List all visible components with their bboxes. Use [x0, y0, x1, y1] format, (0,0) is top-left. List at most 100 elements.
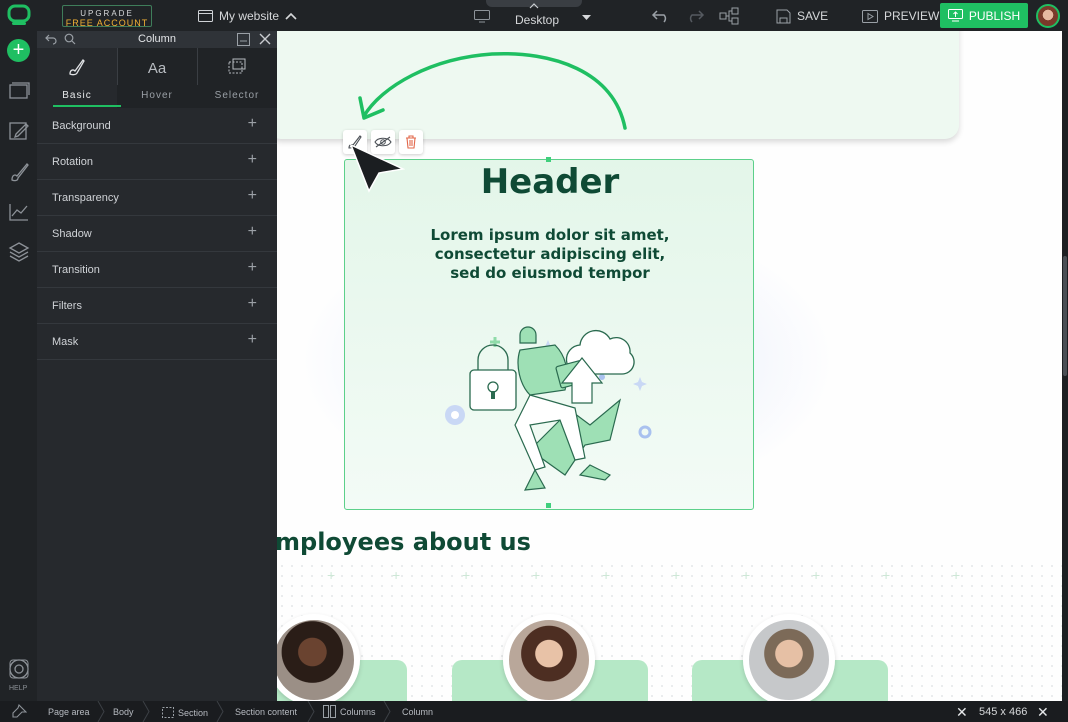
- breadcrumb-label: Section: [178, 707, 209, 718]
- breadcrumb-label: Body: [113, 707, 134, 717]
- breadcrumb-body[interactable]: Body: [113, 707, 134, 717]
- property-label: Transition: [52, 264, 100, 276]
- property-row-rotation[interactable]: Rotation +: [37, 144, 277, 180]
- testimonials-heading[interactable]: mployees about us: [277, 528, 531, 556]
- property-row-shadow[interactable]: Shadow +: [37, 216, 277, 252]
- selector-icon: [197, 58, 277, 79]
- canvas-scrollbar[interactable]: [1062, 31, 1068, 701]
- chevron-right-icon: [216, 701, 224, 722]
- property-label: Transparency: [52, 192, 119, 204]
- decorative-plus-icon: +: [602, 567, 611, 583]
- plus-icon: +: [247, 115, 257, 132]
- breadcrumb-page-area[interactable]: Page area: [48, 707, 90, 717]
- left-tool-rail: + HELP: [0, 31, 37, 701]
- resize-handle-bottom[interactable]: [546, 503, 551, 508]
- pages-icon[interactable]: [8, 80, 30, 102]
- plus-icon: +: [247, 259, 257, 276]
- column-paragraph[interactable]: Lorem ipsum dolor sit amet, consectetur …: [425, 226, 675, 283]
- close-icon[interactable]: ✕: [1037, 704, 1049, 721]
- plus-icon: +: [247, 223, 257, 240]
- section-dashed-icon: [162, 707, 174, 718]
- analytics-icon[interactable]: [8, 201, 30, 223]
- property-label: Mask: [52, 336, 79, 348]
- property-label: Filters: [52, 300, 82, 312]
- redo-icon: [689, 10, 705, 23]
- tab-hover[interactable]: Aa Hover: [117, 48, 197, 108]
- plus-icon: +: [247, 151, 257, 168]
- breadcrumb-columns[interactable]: Columns: [323, 705, 376, 718]
- decorative-plus-icon: +: [392, 567, 401, 583]
- property-row-filters[interactable]: Filters +: [37, 288, 277, 324]
- properties-panel: Column Basic Aa Hover Selector Backgroun…: [37, 31, 277, 701]
- breadcrumb-section[interactable]: Section: [162, 707, 208, 718]
- breadcrumb-label: Column: [402, 707, 434, 717]
- device-selector[interactable]: Desktop: [472, 0, 594, 28]
- decorative-plus-icon: +: [812, 567, 821, 583]
- breadcrumb-section-content[interactable]: Section content: [235, 707, 297, 717]
- save-button[interactable]: SAVE: [776, 7, 828, 25]
- tab-selector-label: Selector: [214, 90, 260, 101]
- curved-arrow-illustration: [358, 51, 627, 130]
- site-name: My website: [219, 9, 280, 23]
- text-style-icon: Aa: [147, 60, 167, 77]
- preview-button[interactable]: PREVIEW: [862, 7, 939, 25]
- panel-tabs: Basic Aa Hover Selector: [37, 48, 277, 108]
- chevron-right-icon: [142, 701, 150, 722]
- minimize-icon[interactable]: [237, 33, 250, 46]
- browser-window-icon: [198, 10, 213, 22]
- play-icon: [862, 9, 878, 23]
- site-selector[interactable]: My website: [198, 8, 297, 24]
- property-list: Background + Rotation + Transparency + Shad…: [37, 108, 277, 360]
- upgrade-button[interactable]: UPGRADE FREE ACCOUNT: [62, 5, 152, 28]
- testimonial-photo[interactable]: [743, 614, 835, 701]
- free-account-label: FREE ACCOUNT: [65, 18, 149, 28]
- undo-button[interactable]: [651, 7, 671, 25]
- breadcrumb-label: Section content: [235, 707, 298, 717]
- property-row-background[interactable]: Background +: [37, 108, 277, 144]
- plus-icon: +: [247, 187, 257, 204]
- chevron-right-icon: [383, 701, 391, 722]
- user-avatar[interactable]: [1036, 4, 1060, 28]
- scrollbar-thumb[interactable]: [1063, 256, 1067, 376]
- add-element-button[interactable]: +: [7, 39, 30, 62]
- caret-down-icon: [582, 15, 591, 20]
- redo-button[interactable]: [685, 7, 705, 25]
- editor-canvas[interactable]: Header Lorem ipsum dolor sit amet, conse…: [277, 31, 1062, 701]
- help-lifebuoy-icon[interactable]: [8, 658, 30, 680]
- decorative-plus-icon: +: [327, 567, 336, 583]
- active-tab-underline: [53, 105, 121, 107]
- tab-selector[interactable]: Selector: [197, 48, 277, 108]
- sitemap-icon: [719, 7, 739, 25]
- sitemap-button[interactable]: [719, 7, 739, 25]
- selected-column[interactable]: Header Lorem ipsum dolor sit amet, conse…: [344, 157, 755, 510]
- property-label: Rotation: [52, 156, 93, 168]
- columns-icon: [323, 705, 336, 718]
- property-row-mask[interactable]: Mask +: [37, 324, 277, 360]
- brush-icon: [37, 58, 117, 81]
- undo-icon: [651, 10, 667, 23]
- edit-icon[interactable]: [8, 120, 30, 142]
- device-label: Desktop: [515, 13, 560, 27]
- chevron-right-icon: [97, 701, 105, 722]
- column-heading[interactable]: Header: [345, 162, 755, 202]
- breadcrumb-label: Columns: [340, 706, 376, 717]
- publish-label: PUBLISH: [968, 8, 1021, 23]
- property-row-transition[interactable]: Transition +: [37, 252, 277, 288]
- close-icon[interactable]: [259, 33, 271, 45]
- decorative-plus-icon: +: [462, 567, 471, 583]
- help-label: HELP: [9, 685, 28, 692]
- testimonial-photo[interactable]: [503, 614, 595, 701]
- property-row-transparency[interactable]: Transparency +: [37, 180, 277, 216]
- layers-icon[interactable]: [8, 241, 30, 263]
- element-dimensions: 545 x 466: [979, 706, 1028, 718]
- monitor-icon: [474, 10, 490, 23]
- tab-basic[interactable]: Basic: [37, 48, 121, 108]
- pin-icon[interactable]: [11, 704, 27, 719]
- device-tab-handle[interactable]: [486, 0, 582, 9]
- decorative-plus-icon: +: [952, 567, 961, 583]
- app-logo-icon[interactable]: [7, 4, 31, 26]
- close-icon[interactable]: ✕: [956, 704, 968, 721]
- publish-button[interactable]: PUBLISH: [940, 3, 1028, 28]
- design-brush-icon[interactable]: [8, 161, 30, 183]
- breadcrumb-column[interactable]: Column: [402, 707, 433, 717]
